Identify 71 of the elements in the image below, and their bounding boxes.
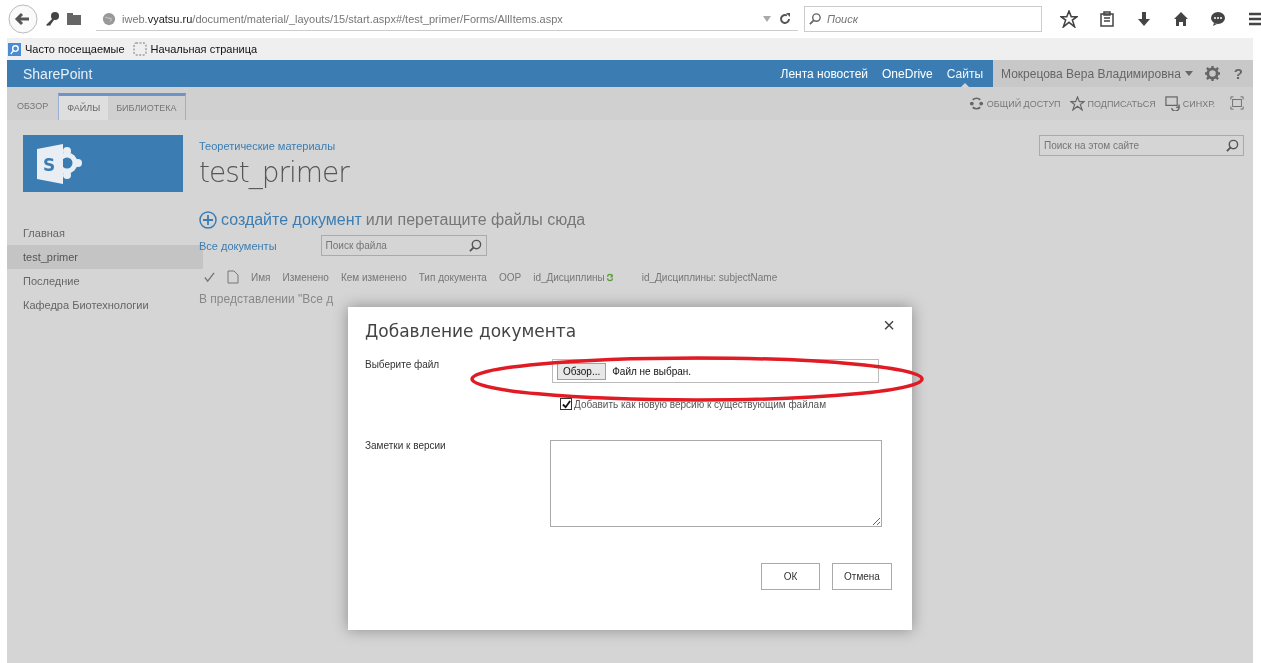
drop-hint: или перетащите файлы сюда <box>365 211 586 229</box>
bookmark-item[interactable]: Часто посещаемые <box>8 42 125 56</box>
user-menu[interactable]: Мокрецова Вера Владимировна <box>993 60 1199 87</box>
column-header[interactable]: Тип документа <box>418 271 487 283</box>
suite-link[interactable]: OneDrive <box>882 60 933 87</box>
ribbon-tab[interactable]: ОБЗОР <box>9 93 57 120</box>
column-header[interactable]: Имя <box>251 271 271 283</box>
reload-icon[interactable] <box>778 11 792 26</box>
refresh-icon <box>605 271 614 283</box>
new-document-link[interactable]: создайте документ <box>221 211 362 229</box>
dialog-title: Добавление документа <box>365 321 577 341</box>
bookmark-search-icon <box>8 42 21 56</box>
menu-icon[interactable] <box>1247 11 1261 27</box>
search-icon[interactable] <box>1226 139 1239 152</box>
help-button[interactable]: ? <box>1233 65 1243 82</box>
caret-icon <box>1184 71 1193 76</box>
search-icon[interactable] <box>468 239 482 252</box>
ribbon-tab[interactable]: БИБЛИОТЕКА <box>108 93 186 120</box>
file-search-field[interactable]: Поиск файла <box>320 235 487 256</box>
url-text: iweb.vyatsu.ru/document/material/_layouts/15/start.aspx#/test_primer/Forms/AllItems.aspx <box>122 12 563 25</box>
file-input[interactable]: Обзор... Файл не выбран. <box>552 359 879 383</box>
column-header[interactable]: id_Дисциплины <box>533 271 605 283</box>
bookmark-item[interactable]: Начальная страница <box>132 42 258 56</box>
nav-item[interactable]: Последние <box>7 269 203 293</box>
column-header[interactable]: id_Дисциплины: subjectName <box>641 271 778 283</box>
settings-icon[interactable] <box>1204 66 1220 81</box>
ribbon-action[interactable]: СИНХР. <box>1164 87 1215 120</box>
brand-link[interactable]: SharePoint <box>7 65 93 82</box>
checkmark-icon <box>561 399 571 409</box>
checkbox[interactable] <box>560 398 572 410</box>
home-icon[interactable] <box>1173 11 1189 27</box>
clipboard-icon[interactable] <box>1099 11 1115 27</box>
star-icon[interactable] <box>1060 10 1078 28</box>
field-label: Заметки к версии <box>365 440 447 453</box>
field-label: Выберите файл <box>365 359 441 372</box>
sync-icon <box>1164 96 1180 111</box>
plus-circle-icon[interactable] <box>199 211 217 229</box>
blank-page-icon <box>132 42 147 56</box>
key-icon <box>44 11 60 27</box>
download-icon[interactable] <box>1136 11 1152 27</box>
browse-button[interactable]: Обзор... <box>557 362 607 380</box>
suite-link[interactable]: Лента новостей <box>780 60 869 87</box>
sharepoint-logo[interactable]: S <box>23 135 183 192</box>
empty-message: В представлении "Все д <box>199 292 335 306</box>
ok-button[interactable]: ОК <box>761 563 820 590</box>
close-button[interactable]: × <box>883 317 895 333</box>
file-status: Файл не выбран. <box>612 365 692 377</box>
column-header[interactable]: Кем изменено <box>340 271 407 283</box>
site-search-field[interactable]: Поиск на этом сайте <box>1039 135 1244 156</box>
checkbox-label: Добавить как новую версию к существующим файлам <box>574 398 827 410</box>
focus-icon[interactable] <box>1230 96 1244 110</box>
column-header[interactable]: ООР <box>498 271 522 283</box>
document-icon <box>227 270 239 284</box>
folder-icon <box>66 11 82 27</box>
share-icon <box>968 96 984 111</box>
globe-icon <box>102 11 116 26</box>
cancel-button[interactable]: Отмена <box>832 563 892 590</box>
search-icon <box>809 12 822 25</box>
breadcrumb-link[interactable]: Теоретические материалы <box>199 140 349 152</box>
chat-icon[interactable] <box>1210 11 1226 27</box>
notes-field[interactable] <box>550 440 882 527</box>
checkmark-icon[interactable] <box>204 271 215 283</box>
column-header[interactable]: Изменено <box>282 271 329 283</box>
back-button[interactable] <box>8 4 38 34</box>
ribbon-tab[interactable]: ФАЙЛЫ <box>58 93 109 120</box>
star-icon <box>1069 96 1085 111</box>
ribbon-action[interactable]: ПОДПИСАТЬСЯ <box>1069 87 1156 120</box>
ribbon-action[interactable]: ОБЩИЙ ДОСТУП <box>968 87 1061 120</box>
suite-link[interactable]: Сайты <box>946 60 984 87</box>
page-title: test_primer <box>199 156 349 189</box>
search-field[interactable]: Поиск <box>804 6 1042 32</box>
